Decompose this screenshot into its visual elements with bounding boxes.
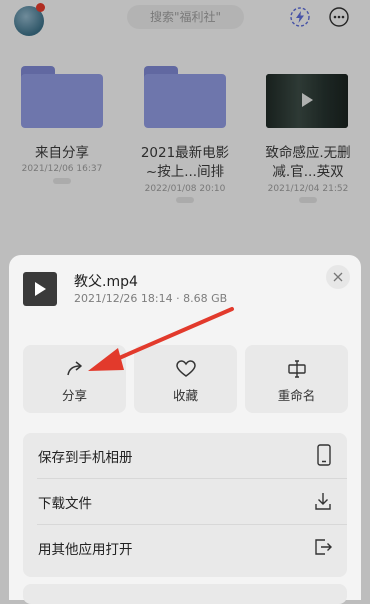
file-title: 教父.mp4 xyxy=(74,274,138,290)
heart-icon xyxy=(176,360,196,377)
save-to-album-item[interactable]: 保存到手机相册 xyxy=(23,433,347,478)
favorite-label: 收藏 xyxy=(172,388,198,403)
open-external-icon xyxy=(315,539,332,555)
close-icon xyxy=(333,272,343,282)
file-meta: 2021/12/26 18:14 · 8.68 GB xyxy=(74,292,228,305)
download-icon xyxy=(315,493,331,510)
share-icon xyxy=(67,361,82,376)
favorite-button[interactable]: 收藏 xyxy=(134,345,237,413)
phone-icon xyxy=(317,444,331,466)
menu-group-partial xyxy=(23,584,347,604)
menu-item-label: 用其他应用打开 xyxy=(38,542,133,558)
share-label: 分享 xyxy=(61,388,87,403)
play-icon xyxy=(35,282,46,296)
download-item[interactable]: 下载文件 xyxy=(23,479,347,524)
rename-button[interactable]: 重命名 xyxy=(245,345,348,413)
open-with-item[interactable]: 用其他应用打开 xyxy=(23,525,347,570)
rename-icon xyxy=(288,360,306,378)
share-button[interactable]: 分享 xyxy=(23,345,126,413)
close-button[interactable] xyxy=(326,265,350,289)
menu-item-label: 下载文件 xyxy=(38,496,92,512)
options-menu: 保存到手机相册 下载文件 用其他应用打开 xyxy=(23,433,347,577)
rename-label: 重命名 xyxy=(277,388,316,403)
video-thumbnail xyxy=(23,272,57,306)
menu-item-label: 保存到手机相册 xyxy=(38,450,133,466)
